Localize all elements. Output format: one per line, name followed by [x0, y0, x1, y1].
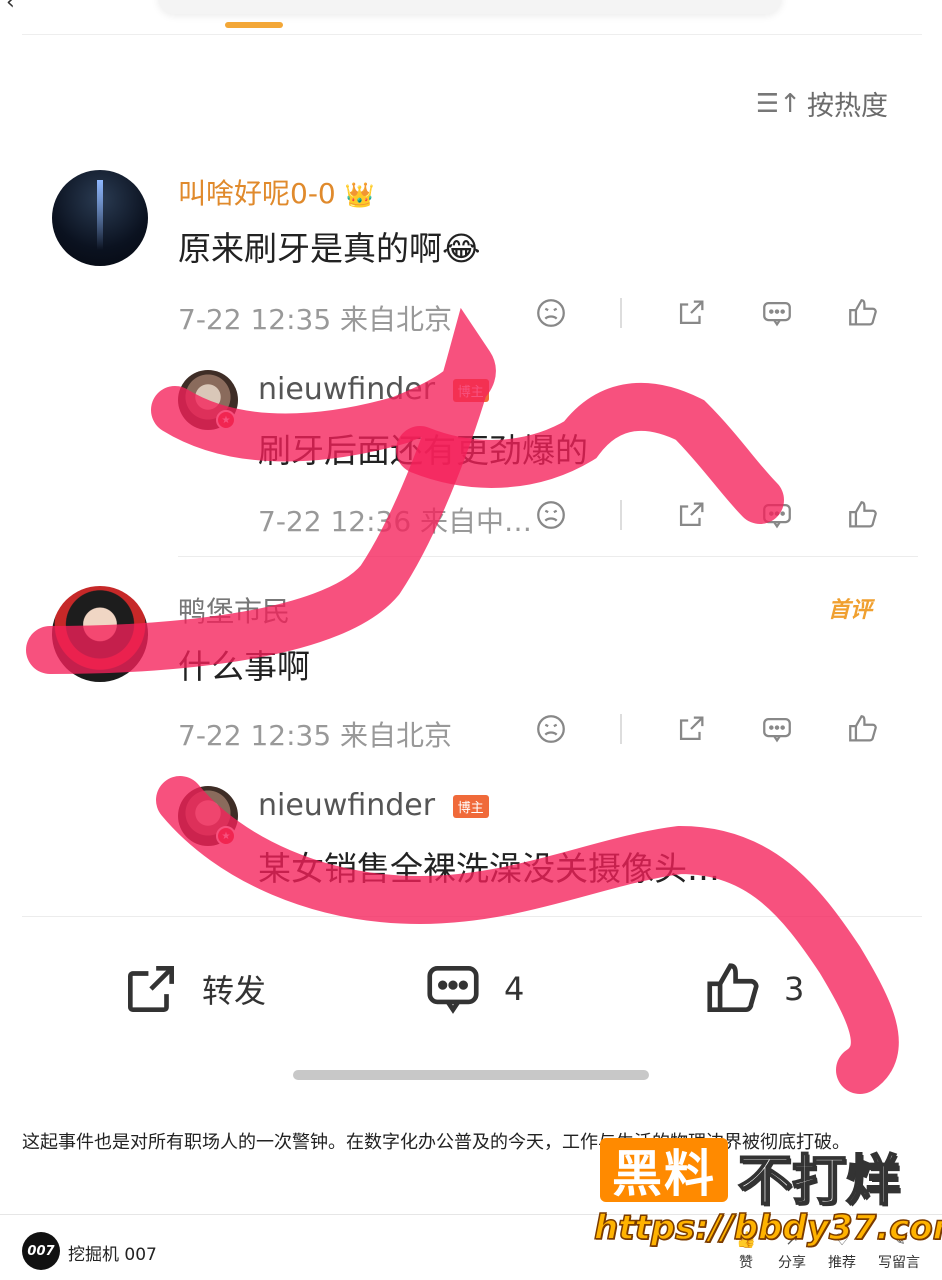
reply-text: 刷牙后面还有更劲爆的 — [258, 431, 588, 470]
comment-button[interactable]: 4 — [422, 958, 524, 1020]
tab-indicator — [225, 22, 283, 28]
comment-text: 原来刷牙是真的啊😂 — [178, 229, 481, 268]
comment-meta: 7-22 12:35 来自北京 — [178, 719, 453, 752]
divider — [22, 916, 922, 917]
like-count: 3 — [784, 970, 805, 1008]
reply-text: 某女销售全裸洗澡没关摄像头… — [258, 849, 720, 888]
comment-username[interactable]: 叫啥好呢0-0 👑 — [178, 172, 375, 212]
reply-icon[interactable] — [760, 296, 794, 330]
separator — [620, 714, 622, 744]
top-media-card[interactable] — [158, 0, 782, 14]
comment-actions — [482, 712, 880, 746]
reply-username[interactable]: nieuwfinder 博主 — [258, 372, 489, 407]
comment-icon — [427, 966, 479, 1014]
bottom-action-bar: 转发 4 3 — [0, 940, 942, 1040]
author-badge: 博主 — [452, 795, 489, 818]
verified-badge-icon: ★ — [216, 826, 236, 846]
reply-username[interactable]: nieuwfinder 博主 — [258, 788, 489, 823]
avatar[interactable] — [52, 170, 148, 266]
like-button[interactable]: 3 — [702, 958, 804, 1020]
share-icon[interactable] — [674, 712, 708, 746]
first-comment-tag: 首评 — [827, 598, 872, 623]
sort-icon: ☰↑ — [755, 88, 801, 119]
repost-button[interactable]: 转发 — [120, 958, 266, 1020]
verified-badge-icon: ★ — [216, 410, 236, 430]
separator — [620, 500, 622, 530]
dislike-icon[interactable] — [534, 296, 568, 330]
crown-icon: 👑 — [344, 181, 375, 209]
account-name[interactable]: 挖掘机 007 — [68, 1240, 157, 1265]
comment-username[interactable]: 鸭堡市民 — [178, 590, 290, 630]
repost-icon — [128, 966, 174, 1012]
watermark-text: 不打烊 — [737, 1148, 901, 1213]
comment-meta: 7-22 12:35 来自北京 — [178, 303, 453, 336]
sort-label: 按热度 — [807, 91, 888, 122]
home-indicator[interactable] — [293, 1070, 649, 1080]
dislike-icon[interactable] — [534, 712, 568, 746]
comment-actions — [482, 296, 880, 330]
author-badge: 博主 — [452, 379, 489, 402]
back-arrow-icon[interactable]: ‹ — [6, 0, 15, 15]
like-icon — [707, 963, 759, 1012]
reply-actions — [482, 498, 880, 532]
divider — [178, 556, 918, 557]
separator — [620, 298, 622, 328]
share-icon[interactable] — [674, 498, 708, 532]
reply-icon[interactable] — [760, 712, 794, 746]
avatar[interactable] — [52, 586, 148, 682]
account-logo[interactable]: 007 — [22, 1232, 60, 1270]
watermark-url: https://bbdy37.com — [593, 1207, 942, 1249]
sort-by-hot-button[interactable]: ☰↑ 按热度 — [756, 84, 888, 123]
share-icon[interactable] — [674, 296, 708, 330]
like-icon[interactable] — [846, 498, 880, 532]
dislike-icon[interactable] — [534, 498, 568, 532]
divider — [22, 34, 922, 35]
watermark-logo-box: 黑料 — [600, 1138, 728, 1203]
reply-icon[interactable] — [760, 498, 794, 532]
like-icon[interactable] — [846, 712, 880, 746]
like-icon[interactable] — [846, 296, 880, 330]
repost-label: 转发 — [202, 972, 267, 1010]
comment-text: 什么事啊 — [178, 647, 310, 686]
comment-count: 4 — [504, 970, 525, 1008]
